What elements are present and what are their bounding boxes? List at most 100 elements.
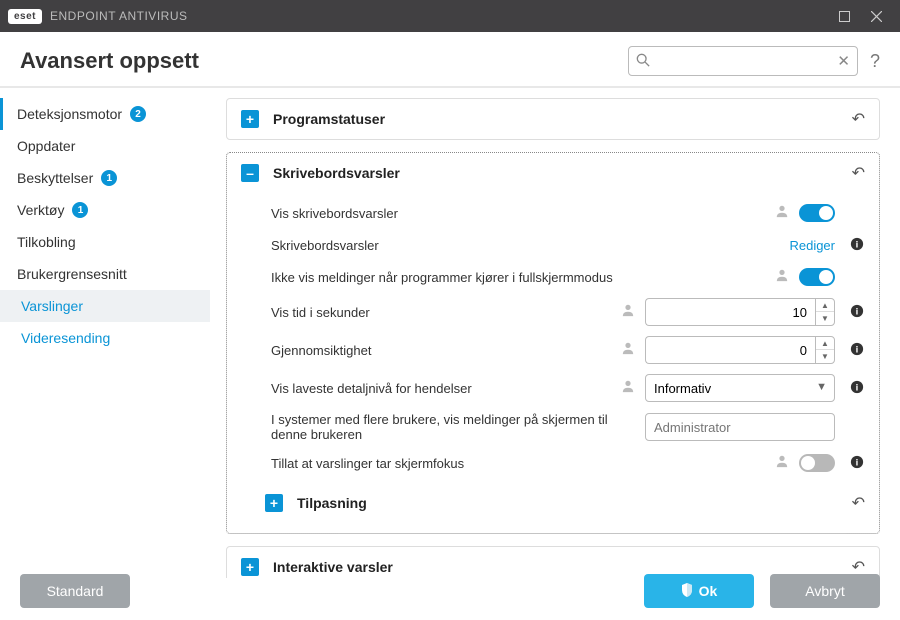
sidebar-item-label: Tilkobling bbox=[17, 234, 76, 250]
content-pane: + Programstatuser ↶ – Skrivebordsvarsler… bbox=[210, 88, 900, 578]
svg-text:i: i bbox=[856, 344, 859, 355]
profile-icon bbox=[621, 303, 635, 321]
search-icon bbox=[636, 53, 650, 70]
edit-link[interactable]: Rediger bbox=[789, 238, 835, 253]
input-gjennomsiktighet[interactable] bbox=[645, 336, 815, 364]
sidebar: Deteksjonsmotor 2 Oppdater Beskyttelser … bbox=[0, 88, 210, 578]
info-icon[interactable]: i bbox=[849, 304, 865, 321]
svg-text:i: i bbox=[856, 382, 859, 393]
input-bruker[interactable] bbox=[645, 413, 835, 441]
row-label: Vis laveste detaljnivå for hendelser bbox=[271, 381, 621, 396]
profile-icon bbox=[775, 454, 789, 472]
profile-icon bbox=[775, 204, 789, 222]
svg-text:i: i bbox=[856, 306, 859, 317]
spinner: ▲ ▼ bbox=[815, 336, 835, 364]
sidebar-item-deteksjonsmotor[interactable]: Deteksjonsmotor 2 bbox=[0, 98, 210, 130]
sidebar-item-label: Beskyttelser bbox=[17, 170, 93, 186]
panel-programstatuser: + Programstatuser ↶ bbox=[226, 98, 880, 140]
sidebar-badge: 1 bbox=[101, 170, 117, 186]
footer: Standard Ok Avbryt bbox=[0, 562, 900, 620]
help-icon[interactable]: ? bbox=[870, 51, 880, 72]
row-label: Tillat at varslinger tar skjermfokus bbox=[271, 456, 635, 471]
row-rediger: Skrivebordsvarsler Rediger i bbox=[227, 229, 879, 261]
spinner-up[interactable]: ▲ bbox=[816, 299, 834, 312]
shield-icon bbox=[681, 583, 693, 600]
row-fullscreen: Ikke vis meldinger når programmer kjører… bbox=[227, 261, 879, 293]
row-label: Vis tid i sekunder bbox=[271, 305, 621, 320]
sidebar-item-varslinger[interactable]: Varslinger bbox=[0, 290, 210, 322]
panel-title: Tilpasning bbox=[297, 495, 852, 511]
info-icon[interactable]: i bbox=[849, 342, 865, 359]
expand-icon: + bbox=[241, 110, 259, 128]
spinner-up[interactable]: ▲ bbox=[816, 337, 834, 350]
panel-head-programstatuser[interactable]: + Programstatuser ↶ bbox=[227, 99, 879, 139]
row-label: Vis skrivebordsvarsler bbox=[271, 206, 635, 221]
sidebar-badge: 2 bbox=[130, 106, 146, 122]
sidebar-item-oppdater[interactable]: Oppdater bbox=[0, 130, 210, 162]
cancel-button[interactable]: Avbryt bbox=[770, 574, 880, 608]
spinner-down[interactable]: ▼ bbox=[816, 312, 834, 325]
sidebar-item-beskyttelser[interactable]: Beskyttelser 1 bbox=[0, 162, 210, 194]
toggle-vis-varsler[interactable] bbox=[799, 204, 835, 222]
sidebar-badge: 1 bbox=[72, 202, 88, 218]
window-maximize-button[interactable] bbox=[828, 2, 860, 30]
info-icon[interactable]: i bbox=[849, 237, 865, 254]
sidebar-item-videresending[interactable]: Videresending bbox=[0, 322, 210, 354]
toggle-fokus[interactable] bbox=[799, 454, 835, 472]
revert-icon[interactable]: ↶ bbox=[852, 163, 865, 183]
sidebar-item-label: Varslinger bbox=[21, 298, 83, 314]
spinner: ▲ ▼ bbox=[815, 298, 835, 326]
panel-title: Skrivebordsvarsler bbox=[273, 165, 852, 181]
titlebar: eset ENDPOINT ANTIVIRUS bbox=[0, 0, 900, 32]
toggle-fullscreen[interactable] bbox=[799, 268, 835, 286]
row-vis-varsler: Vis skrivebordsvarsler bbox=[227, 197, 879, 229]
input-vis-tid[interactable] bbox=[645, 298, 815, 326]
page-title: Avansert oppsett bbox=[20, 48, 628, 74]
window-close-button[interactable] bbox=[860, 2, 892, 30]
sidebar-item-label: Brukergrensesnitt bbox=[17, 266, 127, 282]
sidebar-item-label: Oppdater bbox=[17, 138, 75, 154]
brand-logo: eset bbox=[8, 9, 42, 24]
profile-icon bbox=[621, 379, 635, 397]
row-label: Ikke vis meldinger når programmer kjører… bbox=[271, 270, 635, 285]
panel-skrivebordsvarsler: – Skrivebordsvarsler ↶ Vis skrivebordsva… bbox=[226, 152, 880, 534]
revert-icon[interactable]: ↶ bbox=[852, 109, 865, 129]
sidebar-item-verktoy[interactable]: Verktøy 1 bbox=[0, 194, 210, 226]
sidebar-item-label: Videresending bbox=[21, 330, 110, 346]
row-gjennomsiktighet: Gjennomsiktighet ▲ ▼ bbox=[227, 331, 879, 369]
sidebar-item-label: Verktøy bbox=[17, 202, 64, 218]
select-detaljniva[interactable]: Informativ bbox=[645, 374, 835, 402]
svg-text:i: i bbox=[856, 457, 859, 468]
row-label: Gjennomsiktighet bbox=[271, 343, 621, 358]
info-icon[interactable]: i bbox=[849, 380, 865, 397]
standard-button[interactable]: Standard bbox=[20, 574, 130, 608]
spinner-down[interactable]: ▼ bbox=[816, 350, 834, 363]
profile-icon bbox=[775, 268, 789, 286]
row-bruker: I systemer med flere brukere, vis meldin… bbox=[227, 407, 879, 447]
info-icon[interactable]: i bbox=[849, 455, 865, 472]
sidebar-item-brukergrensesnitt[interactable]: Brukergrensesnitt bbox=[0, 258, 210, 290]
sidebar-item-tilkobling[interactable]: Tilkobling bbox=[0, 226, 210, 258]
row-vis-tid: Vis tid i sekunder ▲ ▼ bbox=[227, 293, 879, 331]
row-detaljniva: Vis laveste detaljnivå for hendelser Inf… bbox=[227, 369, 879, 407]
panel-head-skrivebordsvarsler[interactable]: – Skrivebordsvarsler ↶ bbox=[227, 153, 879, 193]
ok-button[interactable]: Ok bbox=[644, 574, 754, 608]
ok-label: Ok bbox=[699, 583, 718, 599]
panel-head-tilpasning[interactable]: + Tilpasning ↶ bbox=[227, 479, 879, 523]
panel-body: Vis skrivebordsvarsler Skrivebordsvarsle… bbox=[227, 193, 879, 533]
search-wrapper: ✕ bbox=[628, 46, 858, 76]
expand-icon: + bbox=[265, 494, 283, 512]
panel-title: Programstatuser bbox=[273, 111, 852, 127]
row-fokus: Tillat at varslinger tar skjermfokus i bbox=[227, 447, 879, 479]
profile-icon bbox=[621, 341, 635, 359]
search-clear-icon[interactable]: ✕ bbox=[837, 52, 850, 70]
brand-text: ENDPOINT ANTIVIRUS bbox=[50, 9, 187, 23]
search-input[interactable] bbox=[628, 46, 858, 76]
revert-icon[interactable]: ↶ bbox=[852, 493, 865, 513]
header-bar: Avansert oppsett ✕ ? bbox=[0, 32, 900, 88]
row-label: I systemer med flere brukere, vis meldin… bbox=[271, 412, 635, 442]
sidebar-item-label: Deteksjonsmotor bbox=[17, 106, 122, 122]
row-label: Skrivebordsvarsler bbox=[271, 238, 635, 253]
collapse-icon: – bbox=[241, 164, 259, 182]
svg-text:i: i bbox=[856, 239, 859, 250]
